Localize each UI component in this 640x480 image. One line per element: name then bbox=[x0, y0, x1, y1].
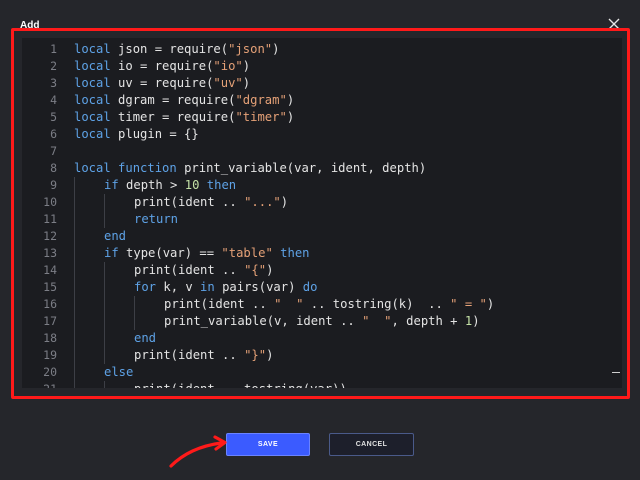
arrow-annotation-icon bbox=[169, 435, 227, 468]
cancel-button[interactable]: CANCEL bbox=[329, 433, 414, 456]
highlight-box bbox=[11, 28, 630, 399]
save-button[interactable]: SAVE bbox=[226, 433, 310, 456]
